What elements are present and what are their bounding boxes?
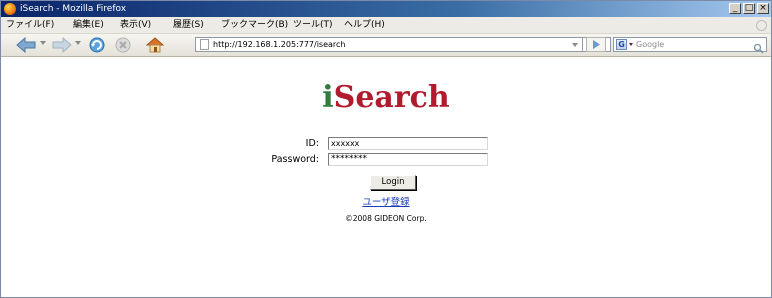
isearch-logo: iSearch [1,81,771,115]
back-arrow-icon[interactable] [15,36,37,54]
maximize-button[interactable]: □ [743,3,755,14]
page-icon [200,39,209,50]
search-box[interactable]: G Google [613,37,767,54]
reload-icon[interactable] [87,36,107,54]
menu-tools[interactable]: ツール(T) [293,18,333,32]
id-label: ID: [305,138,319,149]
chevron-down-icon [572,43,578,47]
engine-dropdown-icon[interactable] [629,43,633,46]
login-button[interactable]: Login [370,175,416,190]
stop-icon[interactable] [113,36,133,54]
forward-history-dropdown[interactable] [75,41,81,45]
window-title: iSearch - Mozilla Firefox [20,4,127,14]
back-history-dropdown[interactable] [40,41,46,45]
go-arrow-icon[interactable] [586,37,606,52]
title-bar: iSearch - Mozilla Firefox _ □ × [1,1,771,17]
menu-bookmarks[interactable]: ブックマーク(B) [221,18,288,32]
search-placeholder[interactable]: Google [636,38,664,51]
menu-help[interactable]: ヘルプ(H) [344,18,385,32]
copyright-text: ©2008 GIDEON Corp. [345,214,427,223]
id-field[interactable]: xxxxxx [328,137,488,150]
magnifier-icon[interactable] [753,39,764,54]
register-link[interactable]: ユーザ登録 [1,197,771,209]
close-button[interactable]: × [757,3,769,14]
logo-rest: Search [333,80,450,115]
menu-edit[interactable]: 編集(E) [73,18,104,32]
navigation-toolbar: http://192.168.1.205:777/isearch G Googl… [1,34,771,57]
logo-first-letter: i [322,80,334,115]
password-label: Password: [271,154,319,165]
forward-arrow-icon[interactable] [51,36,73,54]
menu-history[interactable]: 履歴(S) [173,18,204,32]
menu-bar: ファイル(F) 編集(E) 表示(V) 履歴(S) ブックマーク(B) ツール(… [1,17,771,34]
page-content: iSearch ID: xxxxxx Password: ******** Lo… [1,57,771,297]
password-field[interactable]: ******** [328,153,488,166]
home-icon[interactable] [145,36,165,54]
url-text[interactable]: http://192.168.1.205:777/isearch [213,38,346,51]
url-bar[interactable]: http://192.168.1.205:777/isearch [195,37,611,52]
activity-throbber-icon [756,20,767,31]
menu-file[interactable]: ファイル(F) [6,18,54,32]
menu-view[interactable]: 表示(V) [120,18,151,32]
firefox-icon [4,3,16,15]
browser-window: iSearch - Mozilla Firefox _ □ × ファイル(F) … [0,0,772,298]
search-engine-icon[interactable]: G [616,39,627,50]
url-history-dropdown[interactable] [567,37,583,52]
minimize-button[interactable]: _ [729,3,741,14]
